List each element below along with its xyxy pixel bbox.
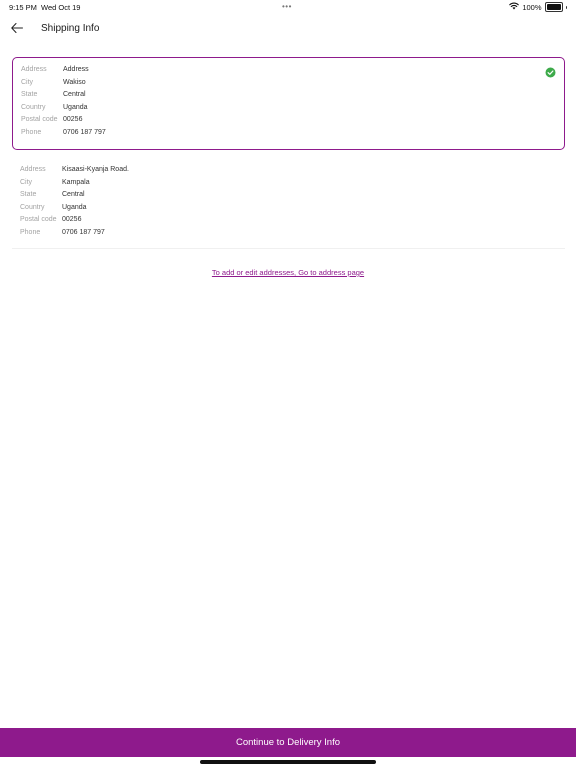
shipping-info-screen: 9:15 PM Wed Oct 19 ••• 100% Shipping Inf…	[0, 0, 576, 768]
postal-code-value: 00256	[63, 116, 83, 123]
state-label: State	[20, 191, 37, 198]
address-card[interactable]: Address Kisaasi-Kyanja Road. City Kampal…	[12, 158, 565, 249]
address-page-link-container: To add or edit addresses, Go to address …	[0, 268, 576, 277]
battery-percent: 100%	[522, 2, 542, 12]
header: Shipping Info	[0, 18, 576, 42]
address-card-selected[interactable]: Address Address City Wakiso State Centra…	[12, 57, 565, 150]
phone-label: Phone	[20, 228, 41, 236]
arrow-left-icon	[11, 20, 23, 38]
postal-code-label: Postal code	[20, 216, 57, 223]
phone-label: Phone	[21, 128, 42, 136]
wifi-icon	[509, 2, 520, 12]
city-label: City	[21, 78, 34, 86]
address-value: Kisaasi-Kyanja Road.	[62, 166, 129, 173]
continue-to-delivery-button[interactable]: Continue to Delivery Info	[0, 728, 576, 757]
address-value: Address	[63, 66, 89, 73]
state-label: State	[21, 91, 38, 98]
check-circle-icon	[545, 65, 556, 78]
city-value: Wakiso	[63, 78, 86, 86]
status-indicators: 100%	[509, 2, 567, 12]
page-title: Shipping Info	[41, 23, 100, 34]
postal-code-label: Postal code	[21, 116, 58, 123]
battery-icon	[544, 2, 563, 12]
status-time: 9:15 PM	[9, 3, 37, 12]
back-button[interactable]	[8, 21, 26, 37]
home-indicator[interactable]	[200, 760, 376, 764]
status-bar: 9:15 PM Wed Oct 19 ••• 100%	[0, 0, 576, 14]
multitasking-dots-icon[interactable]: •••	[282, 2, 292, 11]
state-value: Central	[62, 191, 85, 198]
status-date: Wed Oct 19	[41, 3, 81, 12]
postal-code-value: 00256	[62, 216, 82, 223]
country-value: Uganda	[62, 203, 87, 211]
address-label: Address	[20, 166, 46, 173]
country-label: Country	[20, 203, 45, 211]
battery-tip	[565, 5, 567, 9]
phone-value: 0706 187 797	[62, 228, 105, 236]
country-label: Country	[21, 103, 46, 111]
city-value: Kampala	[62, 178, 90, 186]
battery-level-fill	[546, 4, 561, 10]
address-page-link[interactable]: To add or edit addresses, Go to address …	[212, 268, 364, 277]
address-label: Address	[21, 66, 47, 73]
city-label: City	[20, 178, 33, 186]
country-value: Uganda	[63, 103, 88, 111]
state-value: Central	[63, 91, 86, 98]
phone-value: 0706 187 797	[63, 128, 106, 136]
